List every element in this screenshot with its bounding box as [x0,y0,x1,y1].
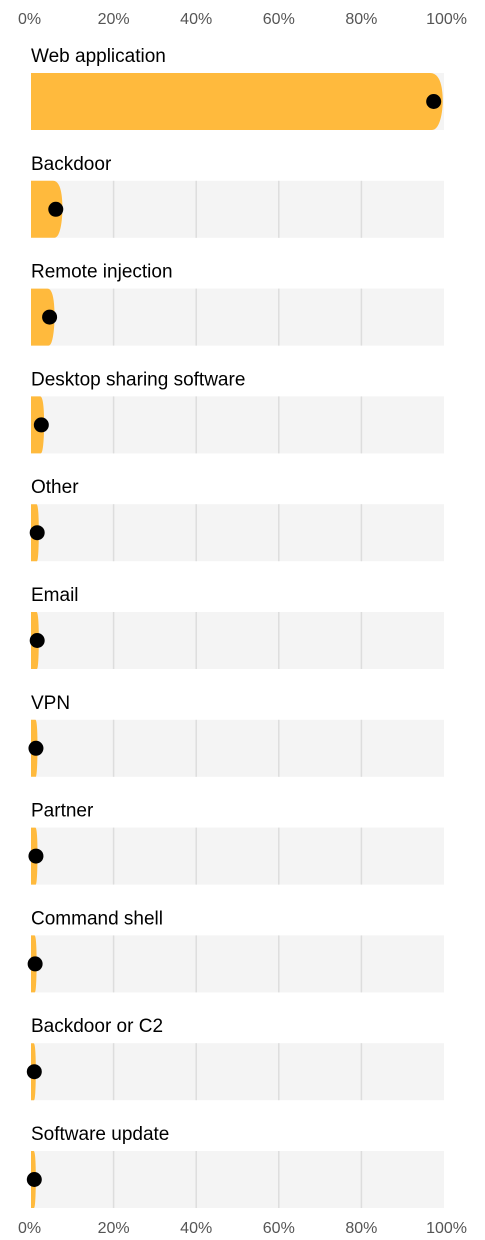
data-point [26,1172,42,1187]
data-point [33,417,49,433]
row-panel [31,396,444,454]
row-panel [31,180,444,238]
data-point [42,309,58,325]
tick-label-top: 40% [180,11,212,28]
row-panel [31,935,444,993]
category-label: Software update [31,1124,169,1145]
tick-label-top: 100% [426,11,467,28]
row-panel [31,1151,444,1208]
row-panel [31,288,444,346]
category-label: Remote injection [31,262,173,283]
category-label: Backdoor [31,154,112,175]
category-label: Desktop sharing software [31,369,245,390]
data-point [426,94,442,109]
data-point [28,740,44,756]
tick-label-bottom: 80% [345,1220,377,1237]
tick-label-bottom: 0% [18,1220,41,1237]
row-panel [31,827,444,885]
data-point [29,525,45,541]
category-label: Email [31,585,79,606]
category-label: Web application [31,46,166,67]
data-point [27,956,43,972]
tick-label-bottom: 40% [180,1220,212,1237]
row-panel [31,719,444,777]
category-label: Command shell [31,908,163,929]
tick-label-top: 20% [98,11,130,28]
tick-label-top: 0% [18,11,41,28]
data-point [48,201,64,217]
data-point [29,633,45,648]
category-label: Other [31,477,79,498]
tick-label-bottom: 100% [426,1220,467,1237]
tick-label-bottom: 60% [263,1220,295,1237]
row-panel [31,612,444,669]
chart: 0% 0% 20% 20% 40% 40% 60% 60% 80% 80% 100% 100% Web … [18,11,467,1237]
category-label: VPN [31,693,70,714]
tick-label-top: 80% [345,11,377,28]
distribution-area [31,73,443,130]
row-panel [31,1043,444,1101]
data-point [28,848,44,864]
data-point [26,1064,42,1080]
tick-label-bottom: 20% [98,1220,130,1237]
category-label: Partner [31,801,94,822]
row-panel [31,504,444,562]
category-label: Backdoor or C2 [31,1016,163,1037]
tick-label-top: 60% [263,11,295,28]
